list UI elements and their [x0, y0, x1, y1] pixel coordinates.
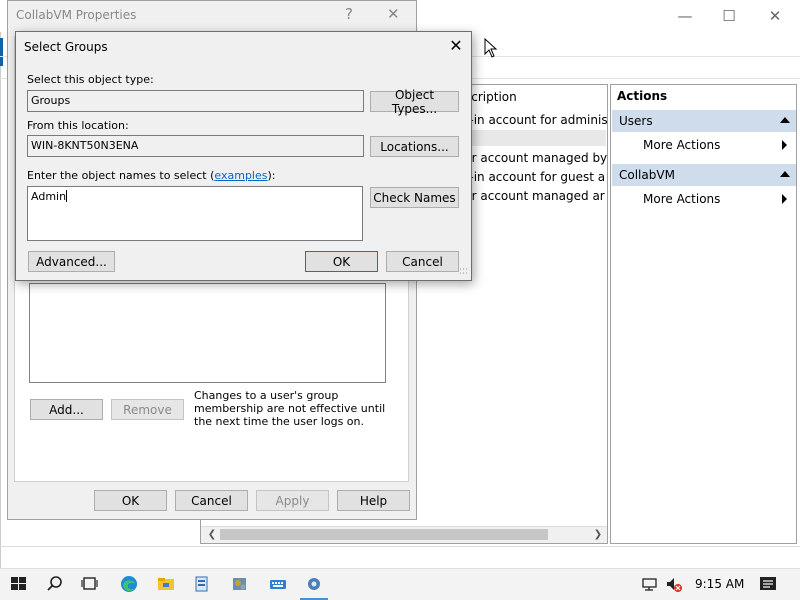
advanced-button[interactable]: Advanced...: [28, 251, 115, 272]
help-icon[interactable]: ?: [345, 5, 353, 23]
app-icon-edge: [0, 38, 3, 66]
settings-icon[interactable]: [304, 575, 324, 593]
submenu-arrow-icon: [782, 140, 787, 150]
submenu-arrow-icon: [782, 194, 787, 204]
ok-button[interactable]: OK: [305, 251, 378, 272]
location-label: From this location:: [27, 119, 129, 132]
list-item[interactable]: ser account managed by: [458, 151, 607, 165]
actions-section-label: CollabVM: [619, 168, 675, 182]
apply-button[interactable]: Apply: [256, 490, 329, 511]
collapse-up-icon[interactable]: [780, 171, 790, 177]
remove-group-button[interactable]: Remove: [111, 399, 184, 420]
object-names-input[interactable]: Admin: [27, 186, 363, 241]
taskbar-clock[interactable]: 9:15 AM: [695, 577, 744, 591]
task-view-icon[interactable]: [80, 575, 100, 593]
actions-title: Actions: [617, 89, 668, 103]
object-type-field: Groups: [27, 90, 364, 112]
more-actions-users[interactable]: More Actions: [643, 138, 720, 152]
keyboard-icon[interactable]: [268, 575, 288, 593]
member-of-list[interactable]: [29, 283, 386, 383]
actions-section-users[interactable]: Users: [612, 110, 796, 132]
close-icon[interactable]: ✕: [445, 36, 467, 56]
search-icon[interactable]: [45, 575, 65, 593]
check-names-button[interactable]: Check Names: [370, 187, 459, 208]
object-types-button[interactable]: Object Types...: [370, 88, 459, 116]
cancel-button[interactable]: Cancel: [175, 490, 248, 511]
object-names-label: Enter the object names to select (exampl…: [27, 169, 275, 182]
list-item[interactable]: ser account managed ar: [458, 189, 605, 203]
object-names-label-text: Enter the object names to select (: [27, 169, 215, 182]
locations-button[interactable]: Locations...: [370, 136, 459, 157]
examples-link[interactable]: examples: [214, 169, 267, 182]
resize-grip-icon[interactable]: ⋯ ⋯: [459, 266, 468, 279]
actions-section-label: Users: [619, 114, 653, 128]
status-bar-divider: [0, 546, 800, 547]
close-icon[interactable]: ✕: [760, 6, 790, 26]
actions-pane: [610, 84, 797, 544]
notification-icon[interactable]: [758, 575, 778, 593]
help-button[interactable]: Help: [337, 490, 410, 511]
select-groups-title: Select Groups: [24, 40, 108, 54]
server-manager-icon[interactable]: [192, 575, 212, 593]
maximize-icon[interactable]: ☐: [714, 6, 744, 26]
volume-muted-icon[interactable]: [664, 575, 684, 593]
scroll-left-icon[interactable]: ❮: [204, 527, 220, 543]
selected-row-highlight: [458, 130, 606, 146]
list-item[interactable]: ilt-in account for adminis: [458, 113, 608, 127]
cancel-button[interactable]: Cancel: [386, 251, 459, 272]
mouse-cursor-icon: [484, 38, 498, 58]
cmd-icon[interactable]: [230, 575, 250, 593]
location-field: WIN-8KNT50N3ENA: [27, 135, 364, 157]
add-group-button[interactable]: Add...: [30, 399, 103, 420]
ok-button[interactable]: OK: [94, 490, 167, 511]
close-icon[interactable]: ✕: [387, 5, 400, 23]
windows-start-icon[interactable]: [9, 575, 29, 593]
more-actions-collabvm[interactable]: More Actions: [643, 192, 720, 206]
file-explorer-icon[interactable]: [156, 575, 176, 593]
scroll-right-icon[interactable]: ❯: [590, 527, 606, 543]
object-names-label-end: ):: [267, 169, 276, 182]
column-header-description[interactable]: scription: [465, 90, 517, 104]
scrollbar-thumb[interactable]: [220, 529, 548, 540]
minimize-icon[interactable]: —: [670, 6, 700, 26]
network-icon[interactable]: [640, 575, 660, 593]
edge-icon[interactable]: [119, 575, 139, 593]
properties-dialog-title: CollabVM Properties: [16, 8, 137, 22]
actions-section-collabvm[interactable]: CollabVM: [612, 164, 796, 186]
object-names-value: Admin: [31, 190, 67, 203]
text-caret: [66, 190, 68, 202]
list-item[interactable]: ilt-in account for guest a: [458, 170, 605, 184]
membership-note: Changes to a user's group membership are…: [194, 389, 386, 428]
object-type-label: Select this object type:: [27, 73, 154, 86]
collapse-up-icon[interactable]: [780, 117, 790, 123]
